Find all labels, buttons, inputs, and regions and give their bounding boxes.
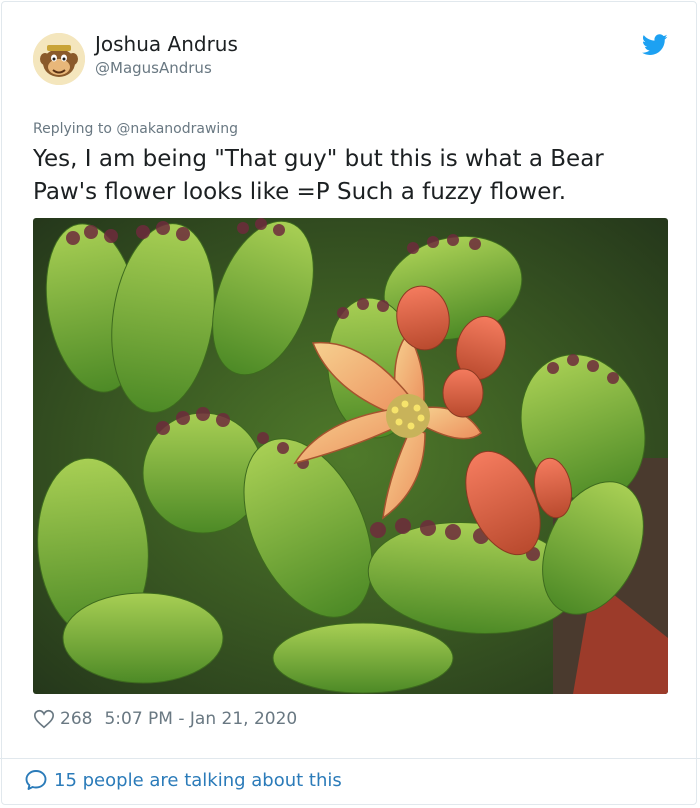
tweet-photo[interactable] — [33, 218, 668, 694]
author-avatar[interactable] — [33, 33, 85, 85]
heart-icon[interactable] — [33, 708, 55, 730]
reply-prefix: Replying to — [33, 121, 112, 137]
reply-context: Replying to @nakanodrawing — [33, 120, 238, 138]
like-count[interactable]: 268 — [60, 709, 92, 729]
speech-bubble-icon — [25, 770, 47, 790]
author-handle[interactable]: @MagusAndrus — [95, 58, 212, 78]
conversation-link[interactable]: 15 people are talking about this — [24, 768, 342, 792]
reply-to-handle-link[interactable]: @nakanodrawing — [116, 121, 238, 137]
monkey-avatar-icon — [33, 33, 85, 85]
talking-count-text: 15 people are talking about this — [54, 769, 342, 791]
succulent-flower-photo — [33, 218, 668, 694]
tweet-text: Yes, I am being "That guy" but this is w… — [33, 146, 604, 205]
tweet-timestamp[interactable]: 5:07 PM - Jan 21, 2020 — [104, 709, 297, 729]
tweet-meta: 268 5:07 PM - Jan 21, 2020 — [33, 707, 297, 731]
footer-divider — [0, 758, 700, 759]
author-name[interactable]: Joshua Andrus — [95, 32, 238, 56]
twitter-bird-icon[interactable] — [642, 34, 668, 56]
